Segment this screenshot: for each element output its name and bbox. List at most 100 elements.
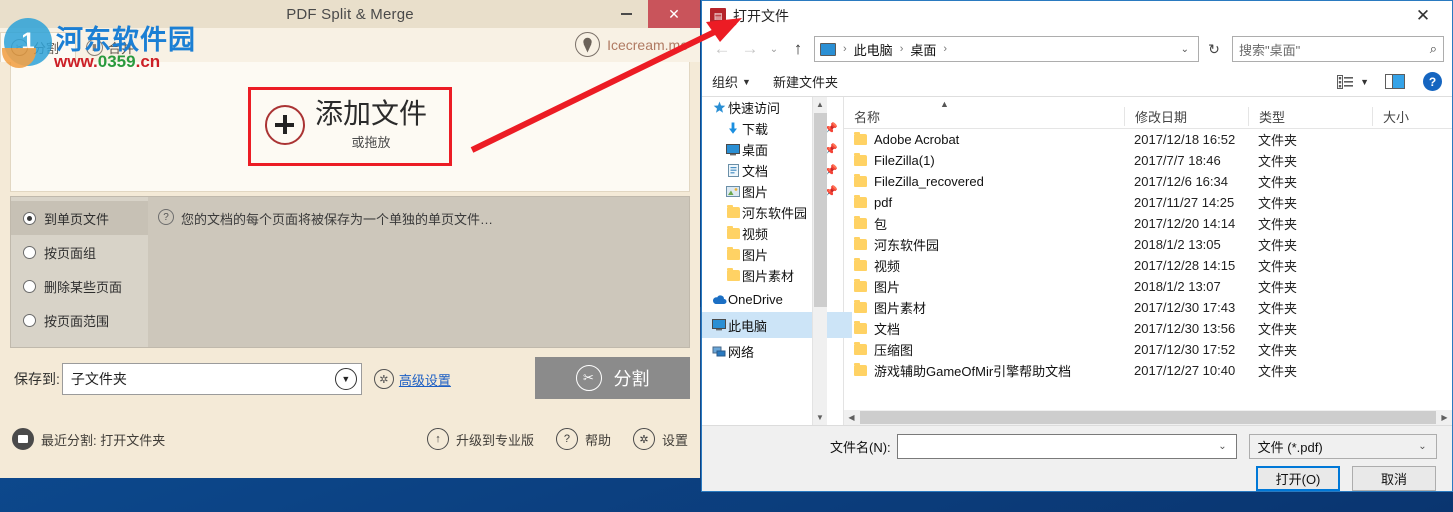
radio-icon (23, 279, 36, 293)
scrollbar-thumb[interactable] (860, 411, 1436, 424)
filename-input[interactable]: ⌄ (896, 433, 1237, 459)
file-name-cell: 压缩图 (844, 340, 1124, 359)
file-date-cell: 2017/12/18 16:52 (1134, 132, 1236, 147)
mode-option-delete-pages[interactable]: 删除某些页面 (11, 269, 148, 303)
column-header-date[interactable]: 修改日期 (1124, 107, 1248, 126)
table-row[interactable]: pdf 2017/11/27 14:25 文件夹 (844, 192, 1452, 213)
mode-option-page-ranges[interactable]: 按页面范围 (11, 303, 148, 337)
help-icon[interactable]: ? (1423, 72, 1442, 91)
tree-item-desktop[interactable]: 桌面 📌 (702, 139, 852, 160)
breadcrumb-desktop[interactable]: 桌面 (910, 40, 936, 59)
upgrade-pro-button[interactable]: ↑ 升级到专业版 (426, 428, 534, 450)
mode-option-page-groups[interactable]: 按页面组 (11, 235, 148, 269)
tree-item-folder-videos[interactable]: 视频 (702, 223, 852, 244)
chevron-down-icon: ▼ (742, 76, 751, 87)
open-button[interactable]: 打开(O) (1256, 466, 1340, 491)
file-type-cell: 文件夹 (1258, 133, 1298, 148)
table-row[interactable]: 河东软件园 2018/1/2 13:05 文件夹 (844, 234, 1452, 255)
tree-item-onedrive[interactable]: OneDrive (702, 286, 852, 312)
chevron-down-icon[interactable]: ⌄ (1413, 441, 1431, 452)
add-files-highlight-box[interactable]: 添加文件 或拖放 (247, 87, 452, 166)
upgrade-label: 升级到专业版 (455, 432, 534, 448)
advanced-settings-link[interactable]: 高级设置 (399, 370, 451, 389)
question-icon[interactable]: ? (158, 209, 174, 225)
back-button[interactable]: ← (710, 36, 734, 62)
view-layout-icon[interactable]: ▼ (1337, 74, 1369, 89)
tree-item-folder-hedong[interactable]: 河东软件园 (702, 202, 852, 223)
tree-item-folder-pictures[interactable]: 图片 (702, 244, 852, 265)
table-row[interactable]: 包 2017/12/20 14:14 文件夹 (844, 213, 1452, 234)
table-row[interactable]: 文档 2017/12/30 13:56 文件夹 (844, 318, 1452, 339)
tree-item-network[interactable]: 网络 (702, 338, 852, 364)
table-row[interactable]: 图片 2018/1/2 13:07 文件夹 (844, 276, 1452, 297)
refresh-button[interactable]: ↻ (1203, 36, 1225, 62)
scroll-down-arrow-icon[interactable]: ▼ (813, 410, 827, 425)
scroll-left-arrow-icon[interactable]: ◀ (844, 413, 859, 422)
preview-pane-icon[interactable] (1385, 74, 1405, 89)
table-row[interactable]: FileZilla_recovered 2017/12/6 16:34 文件夹 (844, 171, 1452, 192)
downloads-icon (724, 122, 742, 135)
tab-split[interactable]: ✂ 分割 (0, 32, 77, 62)
chevron-down-icon[interactable]: ▼ (1360, 77, 1369, 87)
save-to-dropdown[interactable]: 子文件夹 ▼ (61, 363, 362, 395)
chevron-down-icon[interactable]: ⌄ (1176, 44, 1194, 55)
column-header-size[interactable]: 大小 (1372, 107, 1452, 126)
tree-vertical-scrollbar[interactable]: ▲ ▼ (812, 97, 827, 425)
search-input[interactable]: 搜索"桌面" (1239, 40, 1430, 59)
new-folder-button[interactable]: 新建文件夹 (773, 72, 838, 91)
file-name-text: 游戏辅助GameOfMir引擎帮助文档 (874, 364, 1072, 379)
search-box[interactable]: 搜索"桌面" ⌕ (1232, 36, 1444, 62)
tree-item-pictures[interactable]: 图片 📌 (702, 181, 852, 202)
file-date-cell: 2017/11/27 14:25 (1134, 195, 1235, 210)
tree-label: 桌面 (742, 143, 769, 158)
table-row[interactable]: 视频 2017/12/28 14:15 文件夹 (844, 255, 1452, 276)
app-title-bar: PDF Split & Merge ✕ (0, 0, 700, 28)
table-row[interactable]: 图片素材 2017/12/30 17:43 文件夹 (844, 297, 1452, 318)
address-bar[interactable]: › 此电脑 › 桌面 › ⌄ (814, 36, 1199, 62)
chevron-down-icon[interactable]: ▼ (334, 368, 357, 390)
table-row[interactable]: Adobe Acrobat 2017/12/18 16:52 文件夹 (844, 129, 1452, 150)
split-button[interactable]: ✂ 分割 (535, 357, 690, 399)
file-drop-area[interactable]: 添加文件 或拖放 (10, 62, 690, 192)
settings-button[interactable]: ✲ 设置 (632, 428, 688, 450)
close-button[interactable]: ✕ (648, 0, 700, 28)
column-header-type[interactable]: 类型 (1248, 107, 1372, 126)
tree-item-documents[interactable]: 文档 📌 (702, 160, 852, 181)
folder-icon (854, 258, 867, 271)
tab-split-label: 分割 (33, 41, 60, 56)
scroll-right-arrow-icon[interactable]: ▶ (1437, 413, 1452, 422)
breadcrumb-this-pc[interactable]: 此电脑 (854, 40, 893, 59)
column-header-name[interactable]: 名称 (844, 107, 1124, 126)
file-type-filter[interactable]: 文件 (*.pdf) ⌄ (1248, 433, 1437, 459)
table-row[interactable]: 压缩图 2017/12/30 17:52 文件夹 (844, 339, 1452, 360)
cancel-button[interactable]: 取消 (1352, 466, 1436, 491)
gear-icon[interactable]: ✲ (373, 369, 394, 389)
minimize-button[interactable] (605, 0, 648, 28)
scrollbar-thumb[interactable] (814, 113, 827, 307)
history-dropdown-icon[interactable]: ⌄ (766, 36, 782, 62)
organize-button[interactable]: 组织 ▼ (712, 72, 751, 91)
list-horizontal-scrollbar[interactable]: ◀ ▶ (844, 410, 1452, 425)
search-icon: ⌕ (1429, 41, 1437, 56)
mode-option-single-pages[interactable]: 到单页文件 (11, 201, 148, 235)
app-icon: ▤ (710, 8, 726, 24)
app-footer: 最近分割: 打开文件夹 ↑ 升级到专业版 ? 帮助 ✲ 设置 (0, 415, 700, 463)
tree-item-folder-picture-material[interactable]: 图片素材 (702, 265, 852, 286)
tab-merge[interactable]: ▮ 合并 (76, 32, 150, 62)
file-date-cell: 2018/1/2 13:07 (1134, 279, 1221, 294)
chevron-down-icon[interactable]: ⌄ (1213, 441, 1231, 452)
help-button[interactable]: ? 帮助 (555, 428, 611, 450)
tree-item-quick-access[interactable]: 快速访问 (702, 97, 852, 118)
scroll-up-arrow-icon[interactable]: ▲ (813, 97, 827, 112)
up-button[interactable]: ↑ (786, 36, 810, 62)
tree-item-this-pc[interactable]: 此电脑 (702, 312, 852, 338)
dialog-close-button[interactable]: ✕ (1402, 2, 1444, 30)
icecream-brand[interactable]: Icecream.me (575, 32, 688, 57)
tree-item-downloads[interactable]: 下载 📌 (702, 118, 852, 139)
forward-button[interactable]: → (738, 36, 762, 62)
table-row[interactable]: 游戏辅助GameOfMir引擎帮助文档 2017/12/27 10:40 文件夹 (844, 360, 1452, 381)
file-date-cell: 2017/12/28 14:15 (1134, 258, 1236, 273)
icecream-cone-icon (575, 32, 601, 57)
table-row[interactable]: FileZilla(1) 2017/7/7 18:46 文件夹 (844, 150, 1452, 171)
recent-split-open-folder[interactable]: 最近分割: 打开文件夹 (12, 428, 165, 450)
